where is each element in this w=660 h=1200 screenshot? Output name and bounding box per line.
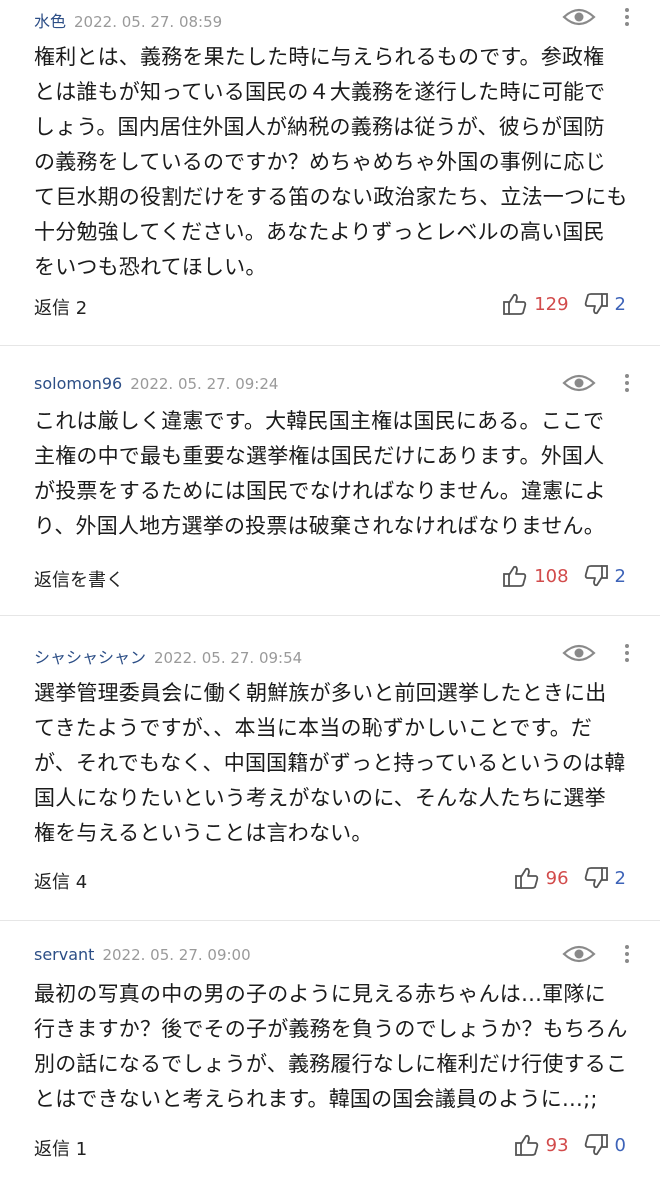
thumbs-down-icon[interactable] [583,866,609,890]
reply-button[interactable]: 返信 1 [34,1135,87,1161]
comment-meta: servant 2022. 05. 27. 09:00 [34,945,251,964]
thumbs-up-icon[interactable] [514,866,540,890]
vote-controls: 129 2 [502,292,626,316]
thumbs-up-icon[interactable] [502,292,528,316]
more-options-icon[interactable] [624,943,630,965]
comment-author[interactable]: シャシャシャン [34,648,146,667]
thumbs-down-icon[interactable] [583,564,609,588]
thumbs-up-icon[interactable] [502,564,528,588]
comment-item: 水色 2022. 05. 27. 08:59 権利とは、義務を果たした時に与えられ… [0,0,660,346]
eye-icon[interactable] [562,943,596,965]
comment-timestamp: 2022. 05. 27. 08:59 [74,13,223,31]
comment-meta: 水色 2022. 05. 27. 08:59 [34,8,222,32]
more-options-icon[interactable] [624,372,630,394]
vote-controls: 93 0 [514,1133,626,1157]
comment-author[interactable]: 水色 [34,12,66,31]
comment-author[interactable]: servant [34,945,94,964]
like-count: 93 [545,1134,569,1156]
comment-item: シャシャシャン 2022. 05. 27. 09:54 選挙管理委員会に働く朝鮮族… [0,616,660,921]
comment-meta: シャシャシャン 2022. 05. 27. 09:54 [34,644,302,668]
dislike-count: 0 [614,1134,626,1156]
reply-button[interactable]: 返信 2 [34,294,87,320]
like-count: 129 [534,293,569,315]
comment-body: 選挙管理委員会に働く朝鮮族が多いと前回選挙したときに出 てきたようですが、、本当… [34,681,626,845]
thumbs-up-icon[interactable] [514,1133,540,1157]
comment-author[interactable]: solomon96 [34,374,122,393]
comment-body: これは厳しく違憲です。大韓民国主権は国民にある。ここで 主権の中で最も重要な選挙… [34,409,606,538]
comment-item: solomon96 2022. 05. 27. 09:24 これは厳しく違憲です。… [0,346,660,616]
thumbs-down-icon[interactable] [583,292,609,316]
reply-button[interactable]: 返信を書く [34,566,124,592]
comment-timestamp: 2022. 05. 27. 09:24 [130,375,279,393]
vote-controls: 108 2 [502,564,626,588]
comment-timestamp: 2022. 05. 27. 09:54 [154,649,303,667]
reply-button[interactable]: 返信 4 [34,868,87,894]
dislike-count: 2 [614,867,626,889]
comment-body: 権利とは、義務を果たした時に与えられるものです。参政権 とは誰もが知っている国民… [34,45,628,279]
like-count: 96 [545,867,569,889]
comment-meta: solomon96 2022. 05. 27. 09:24 [34,374,278,393]
more-options-icon[interactable] [624,6,630,28]
comment-body: 最初の写真の中の男の子のように見える赤ちゃんは…軍隊に 行きますか？後でその子が… [34,982,628,1111]
comment-item: servant 2022. 05. 27. 09:00 最初の写真の中の男の子のよ… [0,921,660,1200]
thumbs-down-icon[interactable] [583,1133,609,1157]
dislike-count: 2 [614,565,626,587]
eye-icon[interactable] [562,372,596,394]
dislike-count: 2 [614,293,626,315]
eye-icon[interactable] [562,642,596,664]
more-options-icon[interactable] [624,642,630,664]
eye-icon[interactable] [562,6,596,28]
vote-controls: 96 2 [514,866,626,890]
comment-timestamp: 2022. 05. 27. 09:00 [102,946,251,964]
like-count: 108 [534,565,569,587]
